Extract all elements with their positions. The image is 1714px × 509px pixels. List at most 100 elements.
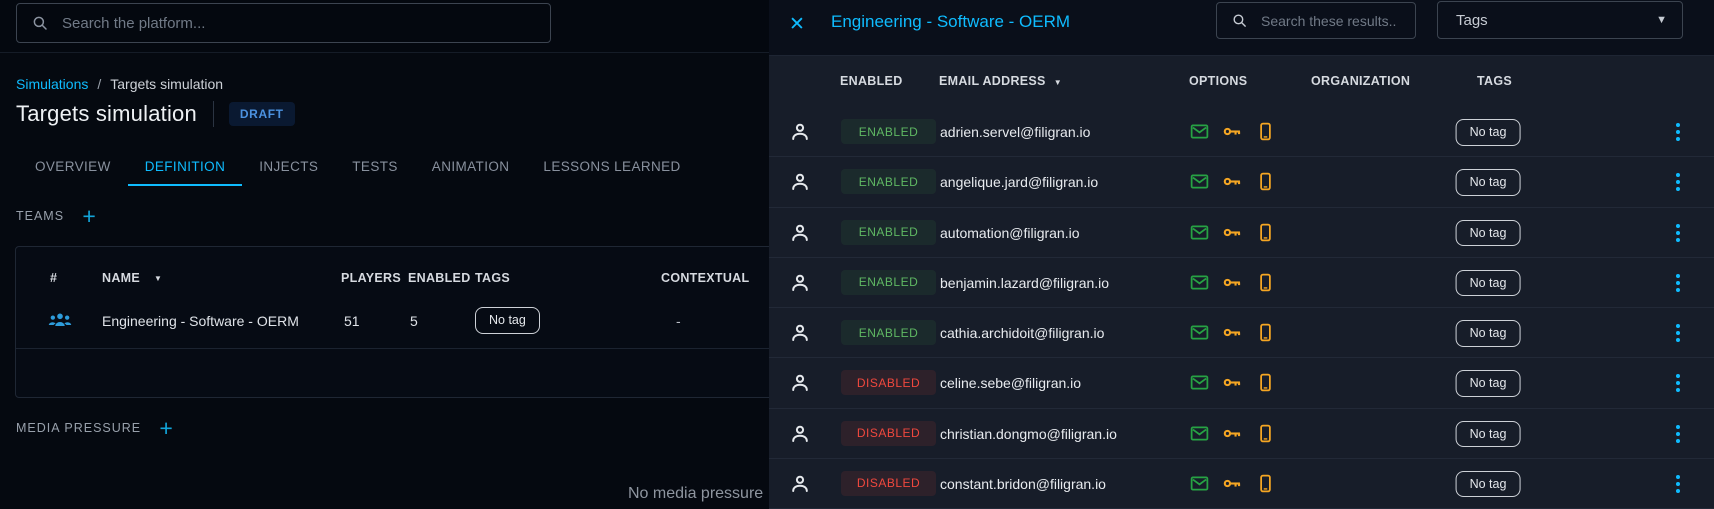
player-status-chip: ENABLED: [841, 270, 936, 295]
player-row[interactable]: ENABLED angelique.jard@filigran.io No ta…: [769, 157, 1714, 207]
team-enabled-count: 5: [410, 313, 418, 329]
player-menu-button[interactable]: [1663, 217, 1693, 249]
results-search-input[interactable]: [1259, 12, 1401, 30]
player-menu-button[interactable]: [1663, 166, 1693, 198]
player-options: [1189, 473, 1276, 494]
player-menu-button[interactable]: [1663, 418, 1693, 450]
platform-search-input[interactable]: [60, 14, 536, 33]
teams-header-tags: TAGS: [475, 271, 510, 285]
player-row[interactable]: DISABLED constant.bridon@filigran.io No …: [769, 459, 1714, 509]
page-title: Targets simulation: [16, 101, 197, 127]
person-icon: [788, 422, 812, 446]
tab-injects[interactable]: INJECTS: [242, 147, 335, 186]
player-options: [1189, 322, 1276, 343]
player-row[interactable]: ENABLED benjamin.lazard@filigran.io No t…: [769, 258, 1714, 308]
tags-filter-label: Tags: [1438, 12, 1656, 29]
player-email: automation@filigran.io: [940, 208, 1080, 258]
player-row[interactable]: ENABLED cathia.archidoit@filigran.io No …: [769, 308, 1714, 358]
player-menu-button[interactable]: [1663, 116, 1693, 148]
player-email: benjamin.lazard@filigran.io: [940, 258, 1109, 308]
team-contextual-value: -: [676, 313, 681, 329]
teams-header-name[interactable]: NAME ▼: [102, 271, 162, 285]
breadcrumb: Simulations / Targets simulation: [16, 76, 223, 92]
status-badge: DRAFT: [229, 102, 295, 126]
email-enabled-icon: [1189, 272, 1210, 293]
sort-desc-icon: ▼: [154, 274, 162, 283]
players-header-email[interactable]: EMAIL ADDRESS▼: [939, 56, 1062, 107]
add-media-pressure-button[interactable]: +: [151, 413, 181, 443]
table-row-divider: [16, 348, 769, 349]
teams-header-players: PLAYERS: [341, 271, 401, 285]
key-pgp-icon: [1222, 171, 1243, 192]
no-tag-chip: No tag: [475, 307, 540, 334]
teams-header-name-label: NAME: [102, 271, 140, 285]
close-drawer-button[interactable]: ✕: [779, 6, 815, 42]
player-row[interactable]: DISABLED celine.sebe@filigran.io No tag: [769, 358, 1714, 408]
phone-icon: [1255, 121, 1276, 142]
phone-icon: [1255, 222, 1276, 243]
key-pgp-icon: [1222, 222, 1243, 243]
player-email: angelique.jard@filigran.io: [940, 157, 1098, 207]
player-options: [1189, 171, 1276, 192]
team-name[interactable]: Engineering - Software - OERM: [102, 313, 299, 329]
tab-animation[interactable]: ANIMATION: [415, 147, 527, 186]
tab-lessons-learned[interactable]: LESSONS LEARNED: [526, 147, 697, 186]
person-icon: [788, 221, 812, 245]
player-menu-button[interactable]: [1663, 267, 1693, 299]
player-menu-button[interactable]: [1663, 317, 1693, 349]
tab-definition[interactable]: DEFINITION: [128, 147, 243, 186]
player-email: constant.bridon@filigran.io: [940, 459, 1106, 509]
breadcrumb-simulations-link[interactable]: Simulations: [16, 76, 88, 92]
player-email: adrien.servel@filigran.io: [940, 107, 1090, 157]
player-status-chip: ENABLED: [841, 119, 936, 144]
add-team-button[interactable]: +: [74, 201, 104, 231]
players-table-header: ENABLED EMAIL ADDRESS▼ OPTIONS ORGANIZAT…: [769, 56, 1714, 107]
player-tag-cell: No tag: [1456, 320, 1521, 347]
platform-search[interactable]: [16, 3, 551, 43]
player-menu-button[interactable]: [1663, 367, 1693, 399]
media-pressure-section-header: MEDIA PRESSURE +: [16, 413, 181, 443]
player-row[interactable]: DISABLED christian.dongmo@filigran.io No…: [769, 409, 1714, 459]
player-row[interactable]: ENABLED automation@filigran.io No tag: [769, 208, 1714, 258]
person-icon: [788, 321, 812, 345]
person-icon: [788, 371, 812, 395]
tab-tests[interactable]: TESTS: [335, 147, 415, 186]
breadcrumb-current: Targets simulation: [110, 76, 223, 92]
person-icon: [788, 120, 812, 144]
email-enabled-icon: [1189, 372, 1210, 393]
person-icon: [788, 170, 812, 194]
key-pgp-icon: [1222, 372, 1243, 393]
no-tag-chip: No tag: [1456, 421, 1521, 448]
player-options: [1189, 121, 1276, 142]
no-tag-chip: No tag: [1456, 220, 1521, 247]
player-menu-button[interactable]: [1663, 468, 1693, 500]
teams-table: # NAME ▼ PLAYERS ENABLED TAGS CONTEXTUAL: [15, 246, 769, 398]
no-tag-chip: No tag: [1456, 119, 1521, 146]
simulation-page: Simulations / Targets simulation Targets…: [0, 0, 769, 509]
player-tag-cell: No tag: [1456, 471, 1521, 498]
player-tag-cell: No tag: [1456, 169, 1521, 196]
player-row[interactable]: ENABLED adrien.servel@filigran.io No tag: [769, 107, 1714, 157]
players-header-options: OPTIONS: [1189, 56, 1247, 107]
phone-icon: [1255, 372, 1276, 393]
no-tag-chip: No tag: [1456, 370, 1521, 397]
players-header-enabled: ENABLED: [840, 56, 903, 107]
key-pgp-icon: [1222, 322, 1243, 343]
results-search[interactable]: [1216, 2, 1416, 39]
player-options: [1189, 423, 1276, 444]
phone-icon: [1255, 322, 1276, 343]
player-status-chip: DISABLED: [841, 421, 936, 446]
phone-icon: [1255, 473, 1276, 494]
teams-header-contextual: CONTEXTUAL: [661, 271, 749, 285]
email-enabled-icon: [1189, 121, 1210, 142]
tags-filter-select[interactable]: Tags ▼: [1437, 1, 1683, 39]
tab-overview[interactable]: OVERVIEW: [18, 147, 128, 186]
email-enabled-icon: [1189, 473, 1210, 494]
sort-desc-icon: ▼: [1054, 78, 1062, 87]
player-email: celine.sebe@filigran.io: [940, 358, 1081, 408]
players-header-tags: TAGS: [1477, 56, 1512, 107]
team-group-icon: [47, 307, 73, 336]
search-icon: [1231, 12, 1248, 29]
chevron-down-icon: ▼: [1656, 14, 1682, 26]
key-pgp-icon: [1222, 423, 1243, 444]
